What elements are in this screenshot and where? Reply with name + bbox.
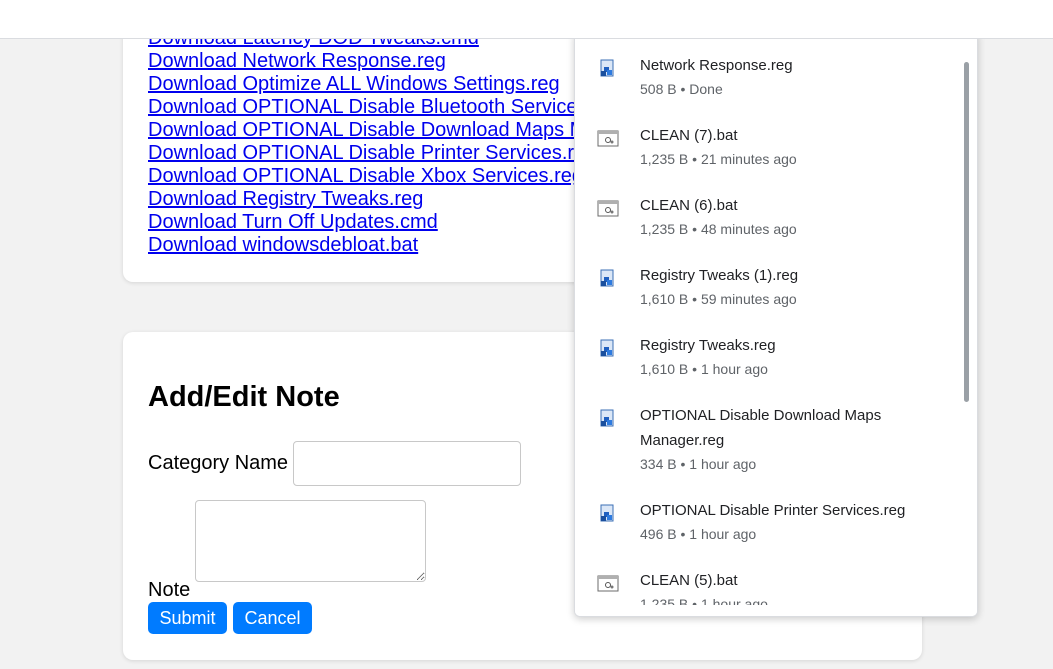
- side-panel-icon: [990, 6, 1008, 22]
- reg-file-icon: [600, 269, 614, 287]
- download-link[interactable]: Download OPTIONAL Disable Xbox Services.…: [148, 165, 583, 188]
- reg-file-icon: [600, 339, 614, 357]
- download-icon: [950, 4, 968, 22]
- reg-file-icon: [600, 409, 614, 427]
- download-meta: 1,610 B • 59 minutes ago: [640, 291, 797, 307]
- download-link[interactable]: Download OPTIONAL Disable Bluetooth Serv…: [148, 96, 587, 119]
- scrollbar-thumb[interactable]: [964, 62, 969, 402]
- bubble-footer: [575, 605, 977, 616]
- download-meta: 1,610 B • 1 hour ago: [640, 361, 768, 377]
- download-filename: Registry Tweaks.reg: [640, 337, 776, 354]
- bat-file-icon: [597, 575, 619, 592]
- download-meta: 1,235 B • 48 minutes ago: [640, 221, 797, 237]
- download-filename: CLEAN (6).bat: [640, 197, 738, 214]
- download-link[interactable]: Download Optimize ALL Windows Settings.r…: [148, 73, 560, 96]
- downloads-button[interactable]: [942, 0, 976, 30]
- download-link[interactable]: Download Registry Tweaks.reg: [148, 188, 423, 211]
- reload-button[interactable]: [53, 0, 81, 28]
- avatar-icon: [1027, 3, 1049, 25]
- arrow-right-icon: [19, 8, 34, 20]
- downloads-bubble: Network Response.reg 508 B • Done CLEAN …: [574, 31, 978, 617]
- download-filename: CLEAN (7).bat: [640, 127, 738, 144]
- reload-icon: [60, 6, 74, 21]
- category-name-input[interactable]: [293, 441, 521, 486]
- category-name-label: Category Name: [148, 452, 289, 474]
- download-filename: Network Response.reg: [640, 57, 793, 74]
- form-title: Add/Edit Note: [148, 381, 340, 413]
- download-link[interactable]: Download Network Response.reg: [148, 50, 446, 73]
- download-filename: Registry Tweaks (1).reg: [640, 267, 799, 284]
- download-filename: OPTIONAL Disable Printer Services.reg: [640, 502, 906, 519]
- download-link[interactable]: Download windowsdebloat.bat: [148, 234, 418, 257]
- info-icon: [109, 6, 127, 24]
- download-link[interactable]: Download Latency DOD Tweaks.cmd: [148, 27, 479, 50]
- download-link[interactable]: Download OPTIONAL Disable Download Maps …: [148, 119, 597, 142]
- download-meta: 1,235 B • 21 minutes ago: [640, 151, 797, 167]
- profile-button[interactable]: [1024, 0, 1052, 28]
- submit-button[interactable]: Submit: [148, 602, 227, 634]
- reg-file-icon: [600, 504, 614, 522]
- download-meta: 508 B • Done: [640, 81, 723, 97]
- download-link[interactable]: Download OPTIONAL Disable Printer Servic…: [148, 142, 596, 165]
- download-meta: 334 B • 1 hour ago: [640, 456, 757, 472]
- note-label: Note: [148, 579, 191, 601]
- side-panel-button[interactable]: [985, 0, 1013, 28]
- forward-button[interactable]: [12, 0, 40, 28]
- download-meta: 496 B • 1 hour ago: [640, 526, 757, 542]
- cancel-button[interactable]: Cancel: [233, 602, 312, 634]
- download-filename: CLEAN (5).bat: [640, 572, 738, 589]
- download-link[interactable]: Download Turn Off Updates.cmd: [148, 211, 438, 234]
- note-textarea[interactable]: [195, 500, 426, 582]
- reg-file-icon: [600, 59, 614, 77]
- download-filename: OPTIONAL Disable Download Maps Manager.r…: [640, 407, 882, 449]
- bat-file-icon: [597, 200, 619, 217]
- bat-file-icon: [597, 130, 619, 147]
